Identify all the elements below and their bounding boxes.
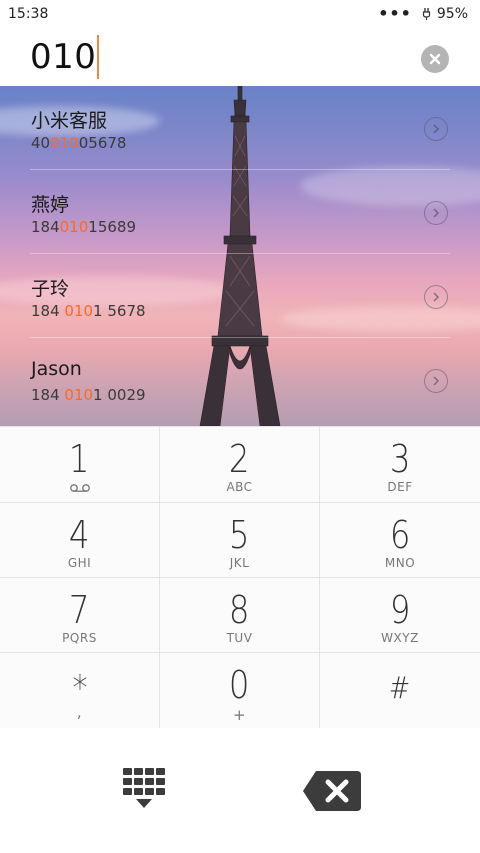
voicemail-icon [69, 484, 90, 492]
key-hash[interactable]: # [320, 653, 480, 729]
contact-number: 184 0101 5678 [31, 302, 146, 320]
key-digit: 1 [69, 437, 90, 481]
status-bar: 15:38 ••• 95% [0, 0, 480, 28]
key-digit: * [71, 668, 88, 709]
battery-indicator: 95% [422, 6, 468, 22]
number-match-highlight: 010 [59, 218, 89, 236]
key-star[interactable]: * , [0, 653, 160, 729]
key-letters: TUV [226, 631, 253, 645]
overflow-indicator: ••• [378, 4, 412, 23]
status-time: 15:38 [8, 6, 49, 22]
contact-name: 燕婷 [31, 194, 70, 216]
key-digit: 4 [69, 513, 90, 557]
dial-number-field[interactable]: 010 [30, 35, 100, 79]
key-digit: # [389, 671, 411, 706]
key-8[interactable]: 8 TUV [160, 578, 320, 653]
key-2[interactable]: 2 ABC [160, 427, 320, 503]
backspace-icon [303, 771, 361, 811]
contact-row[interactable]: Jason 184 0101 0029 [30, 338, 450, 422]
contact-name: Jason [31, 358, 82, 380]
key-digit: 2 [229, 437, 250, 481]
dialer-actions [0, 728, 480, 853]
close-icon [429, 53, 441, 65]
contact-number: 18401015689 [31, 218, 136, 236]
dialpad-icon [123, 768, 165, 808]
contact-suggestions: 小米客服 4001005678 燕婷 18401015689 子玲 184 01… [0, 86, 480, 426]
key-7[interactable]: 7 PQRS [0, 578, 160, 653]
contact-number: 4001005678 [31, 134, 127, 152]
contact-detail-button[interactable] [424, 201, 448, 225]
key-5[interactable]: 5 JKL [160, 503, 320, 578]
battery-charging-icon [422, 8, 430, 20]
dialpad-toggle-button[interactable] [121, 768, 169, 816]
key-digit: 5 [229, 513, 250, 557]
key-digit: 6 [389, 513, 411, 557]
key-digit: 7 [69, 588, 90, 632]
clear-button[interactable] [421, 45, 449, 73]
key-1[interactable]: 1 [0, 427, 160, 503]
contact-row[interactable]: 子玲 184 0101 5678 [30, 254, 450, 338]
text-cursor [97, 35, 100, 79]
dial-keypad: 1 2 ABC 3 DEF 4 GHI 5 JKL 6 MNO 7 PQRS 8… [0, 426, 480, 729]
key-letters: DEF [387, 480, 413, 494]
key-9[interactable]: 9 WXYZ [320, 578, 480, 653]
chevron-right-icon [433, 124, 439, 134]
chevron-right-icon [433, 208, 439, 218]
key-digit: 8 [229, 588, 250, 632]
key-letters: WXYZ [381, 631, 419, 645]
contact-detail-button[interactable] [424, 369, 448, 393]
key-letters: ABC [226, 480, 253, 494]
key-6[interactable]: 6 MNO [320, 503, 480, 578]
battery-percentage: 95% [436, 6, 468, 22]
backspace-button[interactable] [302, 770, 362, 812]
dialer-input-bar: 010 [0, 28, 480, 86]
chevron-right-icon [433, 292, 439, 302]
key-digit: 9 [389, 588, 411, 632]
key-0[interactable]: 0 + [160, 653, 320, 729]
number-match-highlight: 010 [64, 302, 94, 320]
key-digit: 3 [389, 437, 411, 481]
key-letters: GHI [67, 556, 92, 570]
key-letters: MNO [384, 556, 416, 570]
contact-number: 184 0101 0029 [31, 386, 146, 404]
status-indicators: ••• 95% [378, 4, 468, 23]
contact-name: 子玲 [31, 278, 70, 300]
key-letters: PQRS [62, 631, 97, 645]
key-digit: 0 [229, 663, 250, 707]
key-4[interactable]: 4 GHI [0, 503, 160, 578]
number-match-highlight: 010 [50, 134, 79, 152]
contact-row[interactable]: 小米客服 4001005678 [30, 86, 450, 170]
dial-number-text: 010 [30, 37, 97, 77]
contact-name: 小米客服 [31, 110, 108, 132]
contact-list: 小米客服 4001005678 燕婷 18401015689 子玲 184 01… [0, 86, 480, 422]
key-letters: JKL [229, 556, 250, 570]
key-3[interactable]: 3 DEF [320, 427, 480, 503]
key-letters: + [232, 706, 247, 724]
contact-row[interactable]: 燕婷 18401015689 [30, 170, 450, 254]
number-match-highlight: 010 [64, 386, 94, 404]
chevron-right-icon [433, 376, 439, 386]
contact-detail-button[interactable] [424, 117, 448, 141]
contact-detail-button[interactable] [424, 285, 448, 309]
